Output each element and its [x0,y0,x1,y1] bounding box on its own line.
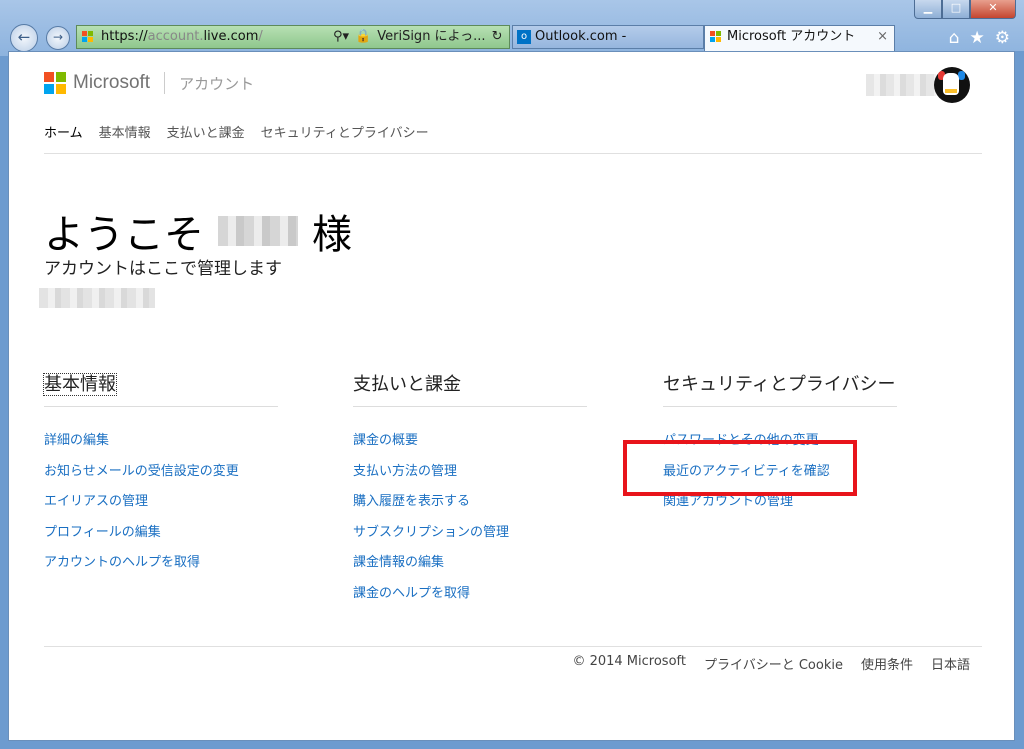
page-content: Microsoft アカウント ホーム 基本情報 支払いと課金 セキュリティとプ… [8,51,1015,741]
back-button[interactable]: ← [10,24,38,52]
refresh-icon[interactable]: ↻ [492,26,503,48]
link-edit-details[interactable]: 詳細の編集 [44,429,278,460]
window-frame [0,741,1024,749]
welcome-heading: ようこそ 様 [44,202,352,260]
forward-button[interactable]: → [46,26,70,50]
url-text: https://account.live.com/ [101,29,263,44]
email-redacted [39,288,155,308]
section-title-billing[interactable]: 支払いと課金 [353,370,587,407]
welcome-subtitle: アカウントはここで管理します [44,259,282,279]
certificate-label[interactable]: VeriSign によっ... [377,26,485,48]
brand-divider [164,72,166,94]
outlook-icon: o [517,30,531,44]
section-name: アカウント [179,74,255,93]
section-title-security[interactable]: セキュリティとプライバシー [663,370,897,407]
section-title-basic-info[interactable]: 基本情報 [43,373,117,396]
welcome-suffix: 様 [312,212,352,258]
divider [44,646,982,647]
link-billing-overview[interactable]: 課金の概要 [353,429,587,460]
window-frame [1015,51,1024,749]
nav-billing[interactable]: 支払いと課金 [167,122,245,141]
microsoft-logo-icon [44,72,66,94]
close-window-button[interactable]: ✕ [970,0,1016,19]
minimize-button[interactable]: ▁ [914,0,942,19]
home-icon[interactable]: ⌂ [949,28,960,48]
close-tab-icon[interactable]: × [877,26,888,48]
link-subscriptions[interactable]: サブスクリプションの管理 [353,521,587,552]
link-manage-aliases[interactable]: エイリアスの管理 [44,490,278,521]
footer: © 2014 Microsoft プライバシーと Cookie 使用条件 日本語 [572,654,970,673]
tab-label: Microsoft アカウント [727,29,856,44]
link-account-help[interactable]: アカウントのヘルプを取得 [44,551,278,582]
address-bar[interactable]: https://account.live.com/ ⚲▾ 🔒 VeriSign … [76,25,510,49]
annotation-highlight-box [623,440,857,496]
welcome-greeting: ようこそ [44,212,204,258]
tab-microsoft-account[interactable]: Microsoft アカウント × [704,25,895,51]
search-icon[interactable]: ⚲▾ [333,26,349,48]
tab-outlook[interactable]: o Outlook.com - [512,25,704,49]
window-controls: ▁ □ ✕ [914,0,1016,19]
footer-language-link[interactable]: 日本語 [931,654,970,673]
footer-terms-link[interactable]: 使用条件 [861,654,913,673]
link-purchase-history[interactable]: 購入履歴を表示する [353,490,587,521]
header-brand[interactable]: Microsoft アカウント [44,72,254,94]
user-name-redacted [218,216,298,246]
maximize-button[interactable]: □ [942,0,970,19]
billing-section: 支払いと課金 課金の概要 支払い方法の管理 購入履歴を表示する サブスクリプショ… [353,370,587,612]
basic-info-section: 基本情報 詳細の編集 お知らせメールの受信設定の変更 エイリアスの管理 プロフィ… [43,370,278,582]
favorites-star-icon[interactable]: ★ [970,28,985,48]
settings-gear-icon[interactable]: ⚙ [995,28,1010,48]
browser-chrome: ▁ □ ✕ ← → https://account.live.com/ ⚲▾ 🔒… [0,0,1024,56]
ms-favicon-icon [82,31,94,43]
footer-copyright: © 2014 Microsoft [572,654,686,669]
lock-icon[interactable]: 🔒 [355,26,371,48]
link-billing-help[interactable]: 課金のヘルプを取得 [353,582,587,613]
link-edit-profile[interactable]: プロフィールの編集 [44,521,278,552]
user-name-redacted[interactable] [866,74,936,96]
nav-home[interactable]: ホーム [44,122,83,141]
link-payment-methods[interactable]: 支払い方法の管理 [353,460,587,491]
link-edit-billing-info[interactable]: 課金情報の編集 [353,551,587,582]
top-nav: ホーム 基本情報 支払いと課金 セキュリティとプライバシー [44,122,429,141]
nav-security[interactable]: セキュリティとプライバシー [261,122,429,141]
ms-favicon-icon [710,31,722,43]
avatar[interactable] [934,67,970,103]
brand-name: Microsoft [73,72,151,93]
link-notification-settings[interactable]: お知らせメールの受信設定の変更 [44,460,278,491]
nav-basic-info[interactable]: 基本情報 [99,122,151,141]
divider [44,153,982,154]
tab-label: Outlook.com - [535,29,627,44]
footer-privacy-link[interactable]: プライバシーと Cookie [704,654,843,673]
